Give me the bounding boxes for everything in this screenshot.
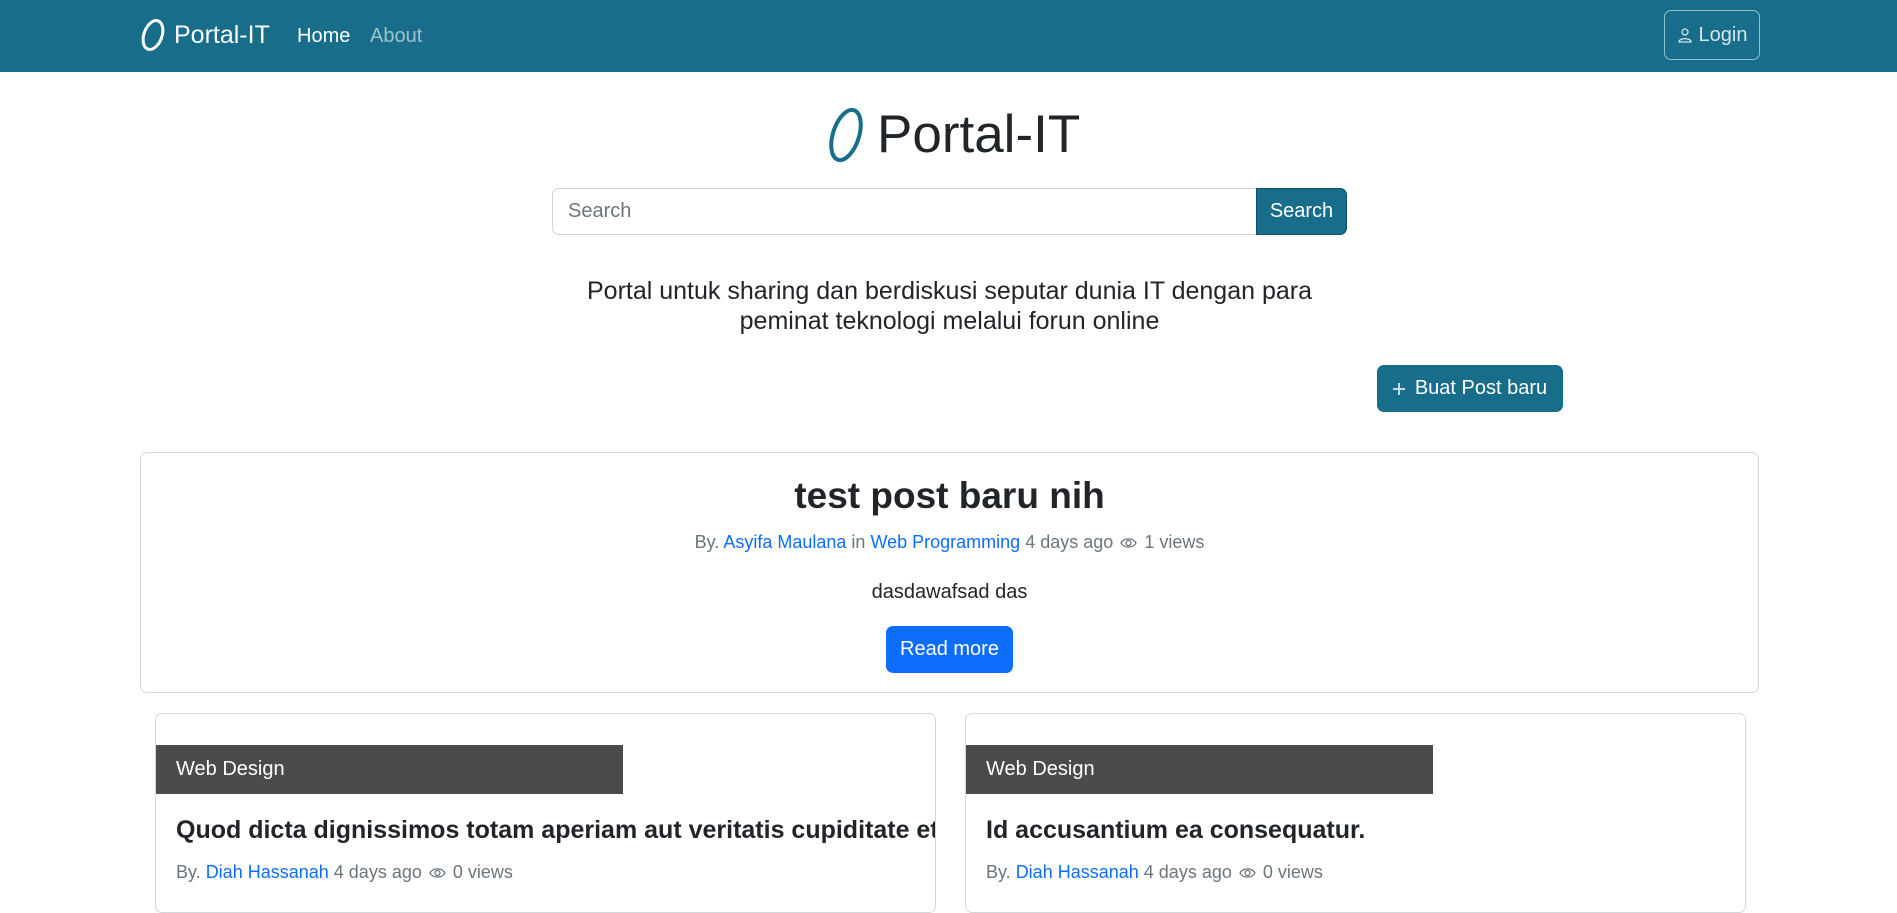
featured-post-title[interactable]: test post baru nih bbox=[141, 475, 1758, 517]
nav-about-link[interactable]: About bbox=[370, 25, 422, 48]
featured-post-excerpt: dasdawafsad das bbox=[871, 581, 1028, 603]
brand-link[interactable]: Portal-IT bbox=[138, 16, 270, 54]
hero-title-text: Portal-IT bbox=[877, 105, 1081, 164]
featured-post-meta: By. Asyifa Maulana in Web Programming 4 … bbox=[141, 532, 1758, 553]
category-badge[interactable]: Web Design bbox=[966, 745, 1433, 794]
category-link[interactable]: Web Programming bbox=[870, 532, 1020, 552]
eye-icon bbox=[429, 868, 446, 878]
eye-icon bbox=[1120, 538, 1138, 548]
post-title[interactable]: Quod dicta dignissimos totam aperiam aut… bbox=[176, 816, 935, 845]
author-link[interactable]: Asyifa Maulana bbox=[723, 532, 846, 552]
read-more-button[interactable]: Read more bbox=[886, 626, 1013, 673]
new-post-label: Buat Post baru bbox=[1414, 377, 1548, 399]
user-icon bbox=[1677, 28, 1692, 43]
logo-icon bbox=[829, 107, 863, 162]
search-input[interactable] bbox=[552, 188, 1256, 235]
post-time: 4 days ago bbox=[1025, 532, 1114, 552]
post-meta: By. Diah Hassanah 4 days ago 0 views bbox=[986, 862, 1323, 883]
logo-icon bbox=[141, 19, 165, 51]
by-label: By. bbox=[176, 862, 201, 882]
post-time: 4 days ago bbox=[1143, 862, 1232, 882]
hero-title: Portal-IT bbox=[825, 104, 1080, 165]
category-badge[interactable]: Web Design bbox=[156, 745, 623, 794]
view-count: 0 views bbox=[1262, 862, 1323, 882]
post-meta: By. Diah Hassanah 4 days ago 0 views bbox=[176, 862, 513, 883]
navbar: Portal-IT Home About Login bbox=[0, 0, 1897, 72]
nav-home-link[interactable]: Home bbox=[297, 25, 350, 48]
login-label: Login bbox=[1698, 23, 1748, 46]
search-form: Search bbox=[552, 188, 1347, 235]
view-count: 1 views bbox=[1144, 532, 1205, 552]
featured-post-card: test post baru nih By. Asyifa Maulana in… bbox=[140, 452, 1759, 693]
brand-name: Portal-IT bbox=[174, 20, 270, 49]
by-label: By. bbox=[986, 862, 1011, 882]
in-label: in bbox=[851, 532, 866, 552]
post-time: 4 days ago bbox=[333, 862, 422, 882]
author-link[interactable]: Diah Hassanah bbox=[1016, 862, 1139, 882]
view-count: 0 views bbox=[452, 862, 513, 882]
plus-icon bbox=[1392, 382, 1405, 395]
post-card: Web Design Id accusantium ea consequatur… bbox=[965, 713, 1746, 913]
tagline: Portal untuk sharing dan berdiskusi sepu… bbox=[586, 277, 1312, 335]
author-link[interactable]: Diah Hassanah bbox=[206, 862, 329, 882]
by-label: By. bbox=[694, 532, 720, 552]
eye-icon bbox=[1239, 868, 1256, 878]
search-button[interactable]: Search bbox=[1256, 188, 1347, 235]
login-button[interactable]: Login bbox=[1664, 10, 1760, 60]
post-card: Web Design Quod dicta dignissimos totam … bbox=[155, 713, 936, 913]
new-post-button[interactable]: Buat Post baru bbox=[1377, 365, 1563, 412]
post-title[interactable]: Id accusantium ea consequatur. bbox=[986, 816, 1365, 845]
